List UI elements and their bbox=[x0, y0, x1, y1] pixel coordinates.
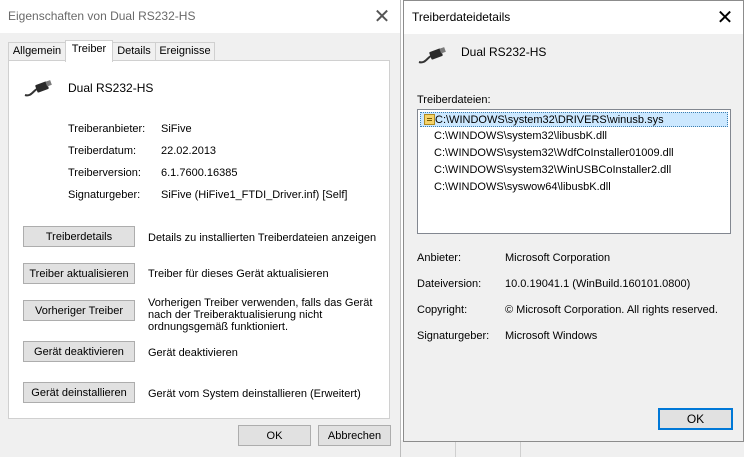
driver-details-button[interactable]: Treiberdetails bbox=[23, 226, 135, 247]
usb-cable-icon bbox=[418, 47, 446, 64]
driver-date-value: 22.02.2013 bbox=[161, 145, 217, 157]
driver-details-description: Details zu installierten Treiberdateien … bbox=[148, 232, 377, 244]
file-version-label: Dateiversion: bbox=[417, 278, 482, 290]
file-version-value: 10.0.19041.1 (WinBuild.160101.0800) bbox=[505, 278, 691, 290]
driver-file-icon bbox=[424, 114, 435, 125]
driver-version-value: 6.1.7600.16385 bbox=[161, 167, 238, 179]
close-icon[interactable]: ✕ bbox=[367, 4, 397, 30]
file-path: C:\WINDOWS\system32\DRIVERS\winusb.sys bbox=[435, 114, 664, 126]
background-divider bbox=[455, 440, 456, 457]
provider-label: Anbieter: bbox=[417, 252, 462, 264]
cancel-button[interactable]: Abbrechen bbox=[318, 425, 391, 446]
copyright-value: © Microsoft Corporation. All rights rese… bbox=[505, 304, 718, 316]
driver-provider-label: Treiberanbieter: bbox=[68, 123, 146, 135]
tab-details[interactable]: Details bbox=[112, 42, 156, 60]
device-name: Dual RS232-HS bbox=[461, 45, 547, 59]
rollback-driver-button[interactable]: Vorheriger Treiber bbox=[23, 300, 135, 321]
driver-files-label: Treiberdateien: bbox=[417, 94, 491, 106]
device-name: Dual RS232-HS bbox=[68, 81, 154, 95]
signer-label: Signaturgeber: bbox=[68, 189, 141, 201]
background-divider bbox=[520, 440, 521, 457]
list-item[interactable]: C:\WINDOWS\system32\libusbK.dll bbox=[434, 129, 607, 144]
dialog-title: Eigenschaften von Dual RS232-HS bbox=[8, 9, 196, 23]
ok-button[interactable]: OK bbox=[658, 408, 733, 430]
list-item[interactable]: C:\WINDOWS\system32\WinUSBCoInstaller2.d… bbox=[434, 163, 671, 178]
list-item[interactable]: C:\WINDOWS\system32\WdfCoInstaller01009.… bbox=[434, 146, 674, 161]
properties-dialog: Eigenschaften von Dual RS232-HS ✕ Allgem… bbox=[0, 0, 401, 457]
ok-button[interactable]: OK bbox=[238, 425, 311, 446]
file-path: C:\WINDOWS\system32\libusbK.dll bbox=[434, 130, 607, 142]
usb-cable-icon bbox=[24, 80, 52, 97]
signer-value: Microsoft Windows bbox=[505, 330, 598, 342]
file-path: C:\WINDOWS\syswow64\libusbK.dll bbox=[434, 181, 611, 193]
title-bar: Eigenschaften von Dual RS232-HS ✕ bbox=[0, 0, 400, 33]
list-item[interactable]: C:\WINDOWS\system32\DRIVERS\winusb.sys bbox=[420, 112, 728, 127]
close-icon[interactable]: ✕ bbox=[710, 5, 740, 31]
tab-allgemein[interactable]: Allgemein bbox=[8, 42, 66, 60]
signer-value: SiFive (HiFive1_FTDI_Driver.inf) [Self] bbox=[161, 189, 348, 201]
driver-version-label: Treiberversion: bbox=[68, 167, 141, 179]
uninstall-device-button[interactable]: Gerät deinstallieren bbox=[23, 382, 135, 403]
provider-value: Microsoft Corporation bbox=[505, 252, 611, 264]
tab-treiber[interactable]: Treiber bbox=[65, 40, 113, 62]
copyright-label: Copyright: bbox=[417, 304, 468, 316]
driver-provider-value: SiFive bbox=[161, 123, 192, 135]
list-item[interactable]: C:\WINDOWS\syswow64\libusbK.dll bbox=[434, 180, 611, 195]
title-bar: Treiberdateidetails ✕ bbox=[404, 1, 743, 34]
dialog-title: Treiberdateidetails bbox=[412, 10, 511, 24]
uninstall-device-description: Gerät vom System deinstallieren (Erweite… bbox=[148, 388, 361, 400]
disable-device-button[interactable]: Gerät deaktivieren bbox=[23, 341, 135, 362]
file-path: C:\WINDOWS\system32\WinUSBCoInstaller2.d… bbox=[434, 164, 672, 176]
background-window bbox=[400, 440, 744, 457]
signer-label: Signaturgeber: bbox=[417, 330, 490, 342]
driver-file-details-dialog: Treiberdateidetails ✕ Dual RS232-HS Trei… bbox=[403, 0, 744, 442]
update-driver-description: Treiber für dieses Gerät aktualisieren bbox=[148, 268, 329, 280]
driver-date-label: Treiberdatum: bbox=[68, 145, 137, 157]
rollback-driver-description: Vorherigen Treiber verwenden, falls das … bbox=[148, 297, 373, 333]
tab-panel-treiber: Dual RS232-HS Treiberanbieter: SiFive Tr… bbox=[8, 60, 390, 419]
file-path: C:\WINDOWS\system32\WdfCoInstaller01009.… bbox=[434, 147, 674, 159]
driver-files-list[interactable]: C:\WINDOWS\system32\DRIVERS\winusb.sys C… bbox=[417, 109, 731, 234]
disable-device-description: Gerät deaktivieren bbox=[148, 347, 238, 359]
update-driver-button[interactable]: Treiber aktualisieren bbox=[23, 263, 135, 284]
tab-ereignisse[interactable]: Ereignisse bbox=[155, 42, 215, 60]
